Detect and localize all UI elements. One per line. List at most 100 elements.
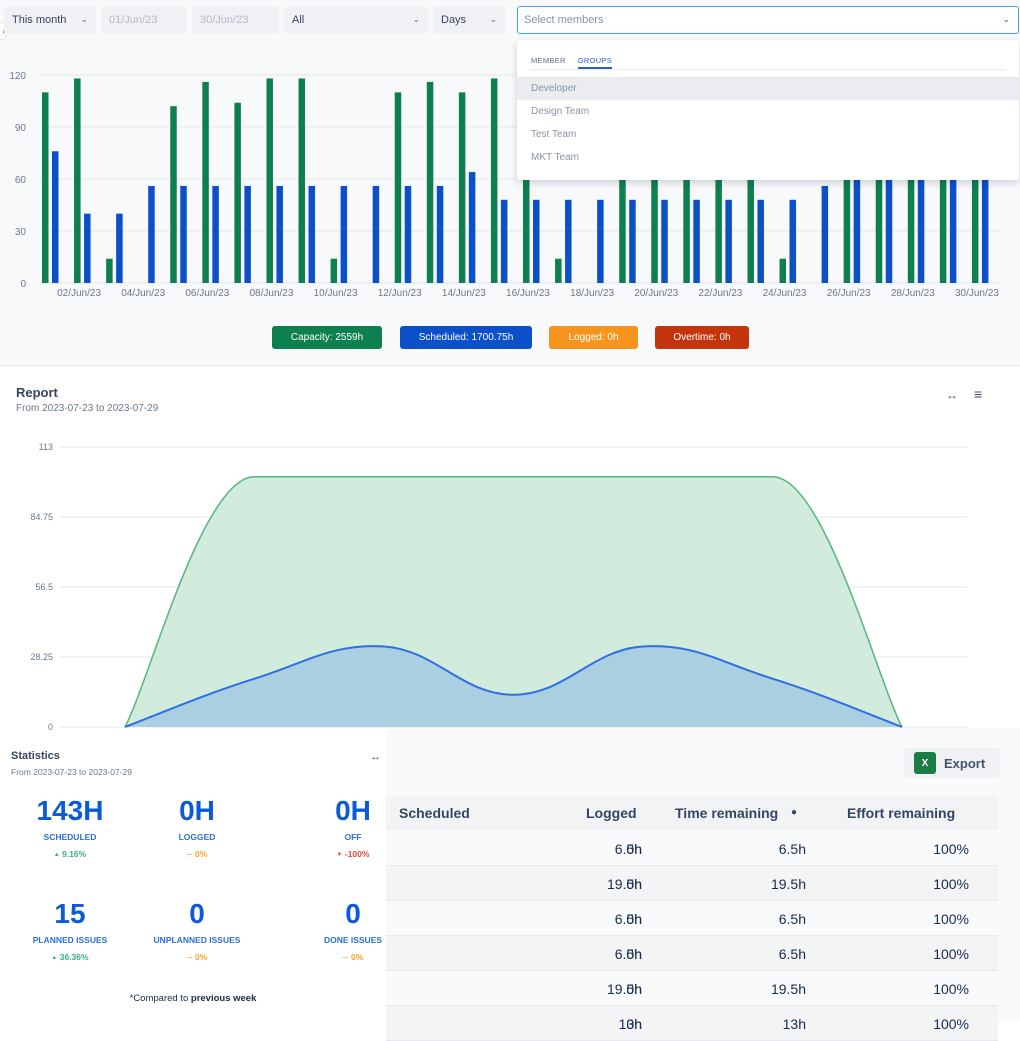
bar-scheduled[interactable] — [212, 185, 219, 283]
bar-capacity[interactable] — [555, 258, 562, 283]
bar-scheduled[interactable] — [629, 199, 636, 283]
bar-scheduled[interactable] — [52, 151, 59, 283]
bar-scheduled[interactable] — [949, 172, 957, 283]
bar-capacity[interactable] — [298, 78, 306, 283]
bar-capacity[interactable] — [779, 258, 787, 283]
bar-scheduled[interactable] — [757, 199, 764, 283]
legend-logged[interactable]: Logged: 0h — [549, 326, 638, 349]
table-row[interactable]: 6.5h 0h 6.5h 100% — [386, 831, 998, 866]
bar-scheduled[interactable] — [116, 213, 123, 283]
bar-scheduled[interactable] — [308, 185, 316, 283]
legend-capacity[interactable]: Capacity: 2559h — [272, 326, 382, 349]
bar-capacity[interactable] — [202, 81, 209, 283]
bar-scheduled[interactable] — [693, 199, 700, 283]
dropdown-item-mkt-team[interactable]: MKT Team — [517, 146, 1019, 169]
bar-scheduled[interactable] — [565, 199, 572, 283]
trend-flat-icon: — — [186, 954, 193, 961]
chevron-down-icon: ⌄ — [1002, 14, 1010, 24]
period-select-value: This month — [12, 14, 67, 26]
members-select[interactable]: Select members ⌄ — [517, 6, 1019, 34]
tab-groups[interactable]: GROUPS — [577, 56, 613, 69]
bar-scheduled[interactable] — [981, 172, 989, 283]
bar-scheduled[interactable] — [468, 172, 476, 283]
table-row[interactable]: 19.5h 0h 19.5h 100% — [386, 866, 998, 901]
export-button[interactable]: X Export — [904, 748, 1000, 778]
bar-scheduled[interactable] — [180, 185, 187, 283]
stat-change: ▲ 9.16% — [5, 849, 135, 859]
bar-capacity[interactable] — [74, 78, 81, 283]
tab-member[interactable]: MEMBER — [531, 56, 566, 69]
excel-icon: X — [914, 752, 936, 774]
dropdown-item-design-team[interactable]: Design Team — [517, 100, 1019, 123]
statistics-title: Statistics — [11, 750, 60, 762]
period-select[interactable]: This month ⌄ — [4, 6, 96, 34]
bar-scheduled[interactable] — [372, 185, 380, 283]
y-tick-label: 0 — [48, 722, 53, 730]
granularity-select[interactable]: Days ⌄ — [433, 6, 505, 34]
bar-scheduled[interactable] — [725, 199, 732, 283]
table-row[interactable]: 13h 0h 13h 100% — [386, 1006, 998, 1041]
bar-scheduled[interactable] — [917, 172, 925, 283]
expand-horizontal-icon[interactable]: ↔ — [946, 388, 958, 402]
cell-time-remaining: 6.5h — [778, 946, 806, 962]
bar-scheduled[interactable] — [789, 199, 797, 283]
bar-scheduled[interactable] — [276, 185, 283, 283]
table-row[interactable]: 6.5h 0h 6.5h 100% — [386, 936, 998, 971]
stat-value: 143H — [36, 795, 104, 826]
bar-capacity[interactable] — [458, 92, 466, 283]
info-icon[interactable]: ● — [791, 807, 797, 818]
bar-capacity[interactable] — [42, 92, 49, 283]
legend-scheduled[interactable]: Scheduled: 1700.75h — [400, 326, 532, 349]
bar-scheduled[interactable] — [821, 185, 829, 283]
dropdown-item-developer[interactable]: Developer — [517, 77, 1019, 100]
cell-time-remaining: 6.5h — [778, 911, 806, 927]
bar-scheduled[interactable] — [885, 172, 893, 283]
bar-capacity[interactable] — [170, 106, 177, 283]
stat-label: LOGGED — [178, 832, 216, 842]
bar-scheduled[interactable] — [404, 185, 412, 283]
bar-capacity[interactable] — [394, 92, 402, 283]
bar-capacity[interactable] — [106, 258, 113, 283]
bar-capacity[interactable] — [266, 78, 273, 283]
bar-scheduled[interactable] — [84, 213, 91, 283]
column-effort-remaining[interactable]: Effort remaining — [847, 805, 955, 821]
y-tick-label: 120 — [9, 71, 26, 82]
y-tick-label: 84.75 — [30, 512, 53, 522]
bar-scheduled[interactable] — [148, 185, 155, 283]
bar-scheduled[interactable] — [597, 199, 604, 283]
bar-scheduled[interactable] — [500, 199, 508, 283]
dropdown-item-test-team[interactable]: Test Team — [517, 123, 1019, 146]
stat-value: 15 — [54, 898, 86, 929]
end-date-input[interactable]: 30/Jun/23 — [192, 6, 278, 34]
stat-label: UNPLANNED ISSUES — [153, 935, 241, 945]
table-row[interactable]: 6.5h 0h 6.5h 100% — [386, 901, 998, 936]
bar-capacity[interactable] — [234, 102, 241, 283]
column-logged[interactable]: Logged — [586, 805, 637, 821]
bar-scheduled[interactable] — [661, 199, 668, 283]
cell-logged: 0h — [626, 876, 642, 892]
bar-scheduled[interactable] — [533, 199, 540, 283]
legend-overtime[interactable]: Overtime: 0h — [655, 326, 749, 349]
menu-icon[interactable]: ≡ — [974, 386, 982, 402]
legend-logged-label: Logged: 0h — [568, 332, 619, 343]
comparison-footnote: *Compared to previous week — [0, 993, 386, 1004]
bar-scheduled[interactable] — [853, 172, 861, 283]
bar-scheduled[interactable] — [244, 185, 251, 283]
table-row[interactable]: 19.5h 0h 19.5h 100% — [386, 971, 998, 1006]
y-tick-label: 0 — [20, 279, 26, 290]
bar-scheduled[interactable] — [340, 185, 348, 283]
x-tick-label: 28/Jun/23 — [891, 288, 935, 299]
bar-capacity[interactable] — [330, 258, 338, 283]
stat-label: OFF — [344, 832, 362, 842]
expand-horizontal-icon[interactable]: ↔ — [370, 751, 381, 763]
bar-capacity[interactable] — [426, 81, 434, 283]
stat-value: 0 — [345, 898, 361, 929]
bar-capacity[interactable] — [490, 78, 498, 283]
stat-change-value: 36.36% — [59, 952, 89, 962]
start-date-input[interactable]: 01/Jun/23 — [101, 6, 186, 34]
column-time-remaining[interactable]: Time remaining — [675, 805, 778, 821]
cell-effort-remaining: 100% — [933, 981, 969, 997]
scope-select[interactable]: All ⌄ — [284, 6, 428, 34]
y-tick-label: 30 — [15, 227, 27, 238]
bar-scheduled[interactable] — [436, 185, 444, 283]
